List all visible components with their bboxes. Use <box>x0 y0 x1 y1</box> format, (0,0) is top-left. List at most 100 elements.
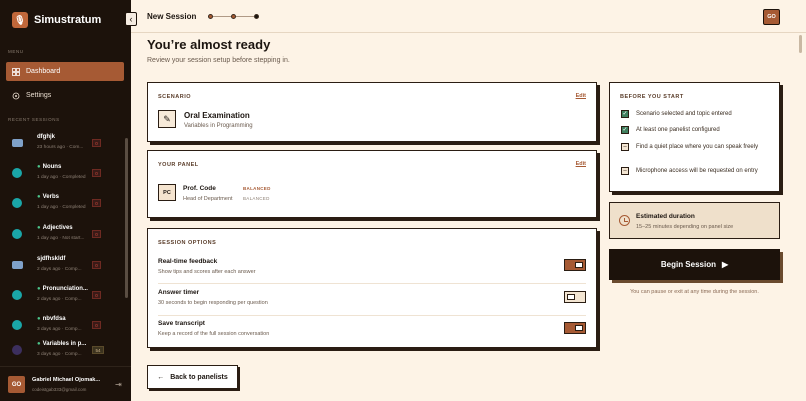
sidebar-item-label: Dashboard <box>26 68 61 75</box>
status-dot-icon: ● <box>37 164 41 170</box>
brand[interactable]: 🎙 Simustratum <box>12 12 101 28</box>
page-title: You’re almost ready <box>147 37 271 52</box>
top-bar: New Session GO <box>131 0 806 33</box>
globe-icon <box>12 290 22 300</box>
session-meta: 1 day ago · Completed <box>37 205 86 210</box>
scenario-subtitle: Variables in Programming <box>184 123 253 129</box>
toggle-knob <box>567 294 575 300</box>
toggle-knob <box>575 325 583 331</box>
begin-session-label: Begin Session <box>660 260 716 269</box>
arrow-left-icon: ← <box>157 373 165 381</box>
session-badge: 0 <box>92 261 101 269</box>
status-dot-icon: ● <box>37 341 41 347</box>
scenario-title: Oral Examination <box>184 111 250 120</box>
list-item[interactable]: ● Pronunciation... 2 days ago · Comp... 0 <box>12 283 124 309</box>
panelist-name: Prof. Code <box>183 185 216 192</box>
clock-icon <box>619 215 630 226</box>
checklist-item: ✓ At least one panelist configured <box>621 126 720 134</box>
session-meta: 3 days ago · Comp... <box>37 352 82 357</box>
session-title: ● Nouns <box>37 164 62 170</box>
session-meta: 2 days ago · Comp... <box>37 267 82 272</box>
mic-icon: 🎙 <box>12 12 28 28</box>
list-item[interactable]: sjdfhskldf 2 days ago · Comp... 0 <box>12 253 124 279</box>
list-item[interactable]: ● Nouns 1 day ago · Completed 0 <box>12 161 124 187</box>
sidebar-scrollbar[interactable] <box>125 138 128 298</box>
edit-scenario-link[interactable]: Edit <box>576 93 586 99</box>
realtime-feedback-toggle[interactable] <box>564 259 586 271</box>
page-scrollbar[interactable] <box>799 33 803 401</box>
session-meta: 23 hours ago · Com... <box>37 145 84 150</box>
session-badge: 0 <box>92 139 101 147</box>
chat-icon <box>12 261 23 269</box>
pending-icon: – <box>621 167 629 175</box>
panel-card: YOUR PANEL Edit PC Prof. Code Head of De… <box>147 150 597 218</box>
collapse-sidebar-button[interactable]: ‹ <box>125 12 137 26</box>
list-item[interactable]: ● Variables in p... 3 days ago · Comp... … <box>12 338 124 360</box>
panelist-tag: BALANCED <box>243 186 271 191</box>
session-title: ● Variables in p... <box>37 341 87 347</box>
list-item[interactable]: ● Adjectives 1 day ago · Not start... 0 <box>12 222 124 248</box>
panelist-role: Head of Department <box>183 196 233 202</box>
logout-icon[interactable]: ⇥ <box>115 380 122 389</box>
card-label: SCENARIO <box>158 94 192 100</box>
user-profile[interactable]: GO Gabriel Michael Ojomak... codeistgab3… <box>0 366 131 401</box>
play-icon: ▶ <box>721 260 729 269</box>
session-title: ● nbvfdsa <box>37 316 66 322</box>
globe-icon <box>12 229 22 239</box>
user-email: codeistgab333@gmail.com <box>32 387 87 392</box>
avatar: GO <box>8 376 25 393</box>
back-to-panelists-button[interactable]: ← Back to panelists <box>147 365 238 389</box>
option-title: Real-time feedback <box>158 258 218 265</box>
sidebar: 🎙 Simustratum MENU Dashboard Settings RE… <box>0 0 131 401</box>
option-desc: Show tips and scores after each answer <box>158 269 256 275</box>
recent-sessions-list: dfghjk 23 hours ago · Com... 0 ● Nouns 1 … <box>0 128 131 360</box>
session-badge: 54 <box>92 346 104 354</box>
list-item[interactable]: ● nbvfdsa 3 days ago · Comp... 0 <box>12 313 124 339</box>
gear-icon <box>12 92 20 100</box>
duration-title: Estimated duration <box>636 213 695 220</box>
checklist-item: ✓ Scenario selected and topic entered <box>621 110 732 118</box>
toggle-knob <box>575 262 583 268</box>
page-subtitle: Review your session setup before steppin… <box>147 57 290 64</box>
begin-session-note: You can pause or exit at any time during… <box>630 289 759 295</box>
session-badge: 0 <box>92 199 101 207</box>
card-label: SESSION OPTIONS <box>158 240 217 246</box>
pencil-icon: ✎ <box>158 110 176 128</box>
session-title: ● Pronunciation... <box>37 286 88 292</box>
sidebar-item-settings[interactable]: Settings <box>6 86 124 105</box>
scrollbar-thumb[interactable] <box>799 35 802 53</box>
answer-timer-toggle[interactable] <box>564 291 586 303</box>
list-item[interactable]: ● Verbs 1 day ago · Completed 0 <box>12 191 124 217</box>
grid-icon <box>12 67 20 76</box>
globe-icon <box>12 320 22 330</box>
session-title: ● Verbs <box>37 194 59 200</box>
duration-subtitle: 15–25 minutes depending on panel size <box>636 224 734 230</box>
edit-panel-link[interactable]: Edit <box>576 161 586 167</box>
step-line <box>236 16 254 17</box>
list-item[interactable]: dfghjk 23 hours ago · Com... 0 <box>12 131 124 157</box>
check-icon: ✓ <box>621 110 629 118</box>
begin-session-button[interactable]: Begin Session ▶ <box>609 249 780 280</box>
check-icon: ✓ <box>621 126 629 134</box>
save-transcript-toggle[interactable] <box>564 322 586 334</box>
session-badge: 0 <box>92 321 101 329</box>
session-badge: 0 <box>92 230 101 238</box>
recent-sessions-label: RECENT SESSIONS <box>8 117 60 122</box>
step-indicator <box>208 14 259 19</box>
session-title: sjdfhskldf <box>37 256 66 262</box>
session-title: dfghjk <box>37 134 55 140</box>
panelist-avatar: PC <box>158 184 176 201</box>
chevron-left-icon: ‹ <box>129 14 133 24</box>
divider <box>158 315 586 316</box>
status-dot-icon: ● <box>37 286 41 292</box>
status-dot-icon: ● <box>37 316 41 322</box>
checklist-item: – Find a quiet place where you can speak … <box>621 143 771 151</box>
scenario-card: SCENARIO Edit ✎ Oral Examination Variabl… <box>147 82 597 142</box>
sidebar-item-dashboard[interactable]: Dashboard <box>6 62 124 81</box>
session-title: ● Adjectives <box>37 225 73 231</box>
option-desc: 30 seconds to begin responding per quest… <box>158 300 268 306</box>
back-button-label: Back to panelists <box>170 373 228 381</box>
status-dot-icon: ● <box>37 194 41 200</box>
option-title: Save transcript <box>158 320 205 327</box>
avatar[interactable]: GO <box>763 9 780 25</box>
